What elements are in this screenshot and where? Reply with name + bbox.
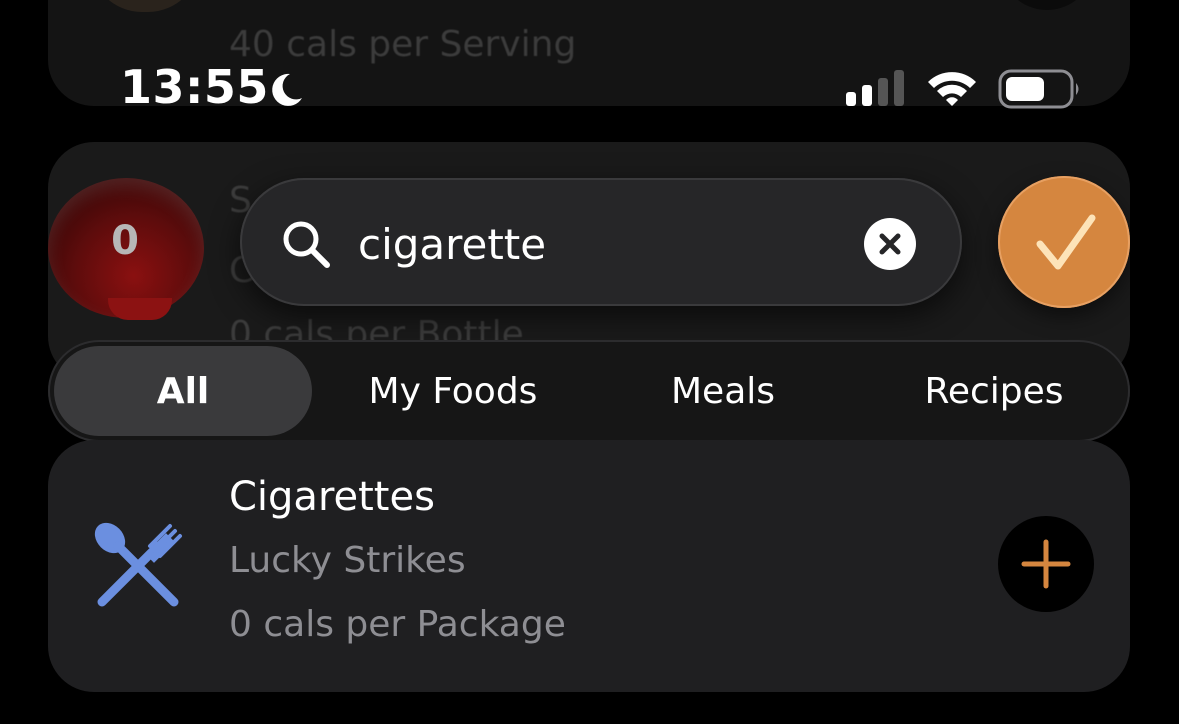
status-time: 13:55 xyxy=(120,60,269,114)
confirm-button[interactable] xyxy=(998,176,1130,308)
tab-meals[interactable]: Meals xyxy=(590,346,856,436)
tab-all[interactable]: All xyxy=(54,346,312,436)
background-item-thumbnail-base xyxy=(108,298,172,320)
background-item-count: 0 xyxy=(111,218,139,264)
wifi-icon xyxy=(928,72,976,106)
checkmark-icon xyxy=(1036,214,1096,270)
cellular-signal-icon xyxy=(846,70,904,106)
search-input[interactable] xyxy=(358,212,838,276)
tab-my-foods[interactable]: My Foods xyxy=(318,346,588,436)
search-result-item[interactable] xyxy=(48,440,1130,692)
utensils-icon xyxy=(94,522,182,607)
add-food-button[interactable] xyxy=(998,516,1094,612)
plus-icon xyxy=(1021,539,1071,589)
result-title: Cigarettes xyxy=(229,474,435,520)
result-brand: Lucky Strikes xyxy=(229,540,466,581)
clear-icon xyxy=(879,233,901,255)
battery-icon xyxy=(998,69,1079,109)
tab-recipes[interactable]: Recipes xyxy=(862,346,1126,436)
status-bar: 13:55 xyxy=(0,0,1179,114)
moon-icon xyxy=(272,73,302,106)
result-calories: 0 cals per Package xyxy=(229,604,566,645)
search-icon xyxy=(283,221,330,268)
food-search-screen: 40 cals per Serving S C 0 cals per Bottl… xyxy=(0,0,1179,724)
clear-search-button[interactable] xyxy=(864,218,916,270)
